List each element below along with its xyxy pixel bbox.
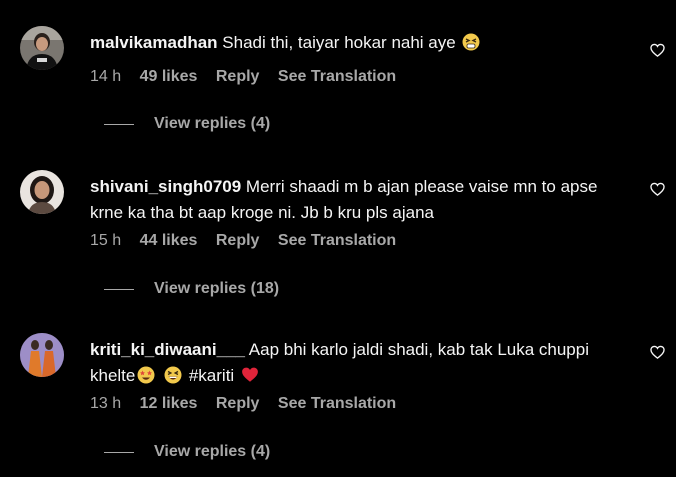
replies-divider xyxy=(104,288,134,290)
avatar-image xyxy=(20,170,64,214)
replies-divider xyxy=(104,123,134,125)
view-replies-button[interactable]: View replies (4) xyxy=(104,443,270,461)
reply-button[interactable]: Reply xyxy=(216,232,260,249)
comment-meta: 14 h 49 likes Reply See Translation xyxy=(90,68,410,86)
hashtag-link[interactable]: #kariti xyxy=(189,366,234,385)
avatar-image xyxy=(20,26,64,70)
comment-time: 15 h xyxy=(90,232,122,249)
comment-body: kriti_ki_diwaani___ Aap bhi karlo jaldi … xyxy=(90,337,610,392)
heart-outline-icon[interactable] xyxy=(650,43,665,58)
heart-outline-icon[interactable] xyxy=(650,182,665,197)
comment-meta: 15 h 44 likes Reply See Translation xyxy=(90,232,410,250)
replies-divider xyxy=(104,451,134,453)
reply-button[interactable]: Reply xyxy=(216,395,260,412)
reply-button[interactable]: Reply xyxy=(216,68,260,85)
view-replies-label: View replies (4) xyxy=(154,443,271,460)
comment-likes[interactable]: 49 likes xyxy=(140,68,198,85)
view-replies-button[interactable]: View replies (18) xyxy=(104,280,279,298)
star-struck-emoji xyxy=(137,366,155,392)
comment-username[interactable]: kriti_ki_diwaani___ xyxy=(90,340,245,359)
comment-body: malvikamadhan Shadi thi, taiyar hokar na… xyxy=(90,30,610,59)
grinning-squint-emoji xyxy=(164,366,182,392)
comment-body: shivani_singh0709 Merri shaadi m b ajan … xyxy=(90,174,610,226)
view-replies-label: View replies (4) xyxy=(154,115,271,132)
comment-time: 13 h xyxy=(90,395,122,412)
red-heart-emoji xyxy=(241,366,259,392)
comment-username[interactable]: shivani_singh0709 xyxy=(90,177,241,196)
avatar-image xyxy=(20,333,64,377)
comment-time: 14 h xyxy=(90,68,122,85)
avatar-malvikamadhan[interactable] xyxy=(20,26,64,70)
avatar-shivani-singh0709[interactable] xyxy=(20,170,64,214)
see-translation-button[interactable]: See Translation xyxy=(278,232,396,249)
tired-face-emoji xyxy=(462,33,480,59)
see-translation-button[interactable]: See Translation xyxy=(278,395,396,412)
comment-likes[interactable]: 12 likes xyxy=(140,395,198,412)
comment-username[interactable]: malvikamadhan xyxy=(90,33,218,52)
avatar-kriti-ki-diwaani[interactable] xyxy=(20,333,64,377)
see-translation-button[interactable]: See Translation xyxy=(278,68,396,85)
comment-text: Shadi thi, taiyar hokar nahi aye xyxy=(222,33,456,52)
comment-likes[interactable]: 44 likes xyxy=(140,232,198,249)
heart-outline-icon[interactable] xyxy=(650,345,665,360)
view-replies-button[interactable]: View replies (4) xyxy=(104,115,270,133)
view-replies-label: View replies (18) xyxy=(154,280,280,297)
comment-meta: 13 h 12 likes Reply See Translation xyxy=(90,395,410,413)
